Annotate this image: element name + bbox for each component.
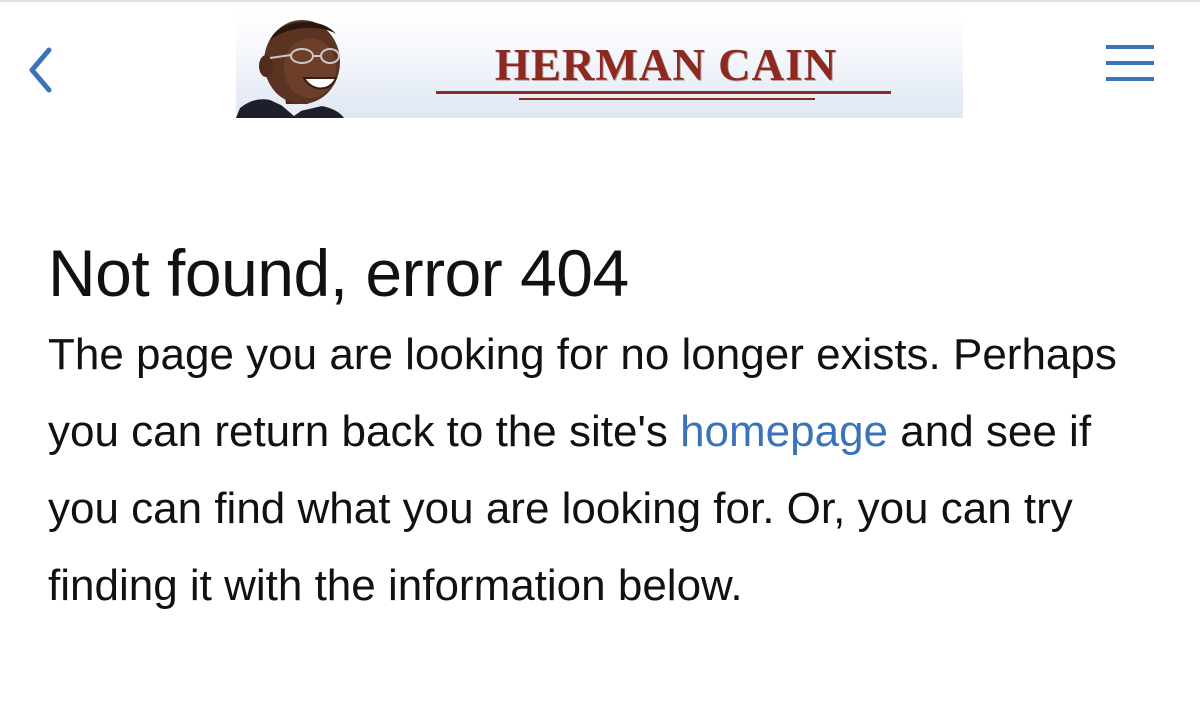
main-content: Not found, error 404 The page you are lo… bbox=[48, 230, 1168, 624]
portrait-image bbox=[236, 20, 344, 118]
homepage-link[interactable]: homepage bbox=[680, 407, 888, 456]
error-message: The page you are looking for no longer e… bbox=[48, 316, 1168, 624]
menu-button[interactable] bbox=[1100, 38, 1162, 88]
site-banner[interactable]: HERMAN CAIN bbox=[236, 12, 963, 118]
banner-underline bbox=[436, 91, 891, 94]
top-navigation-bar: HERMAN CAIN bbox=[0, 2, 1200, 122]
banner-underline-short bbox=[519, 98, 815, 100]
banner-title: HERMAN CAIN bbox=[494, 40, 838, 90]
page-title: Not found, error 404 bbox=[48, 236, 629, 310]
chevron-left-icon bbox=[29, 47, 52, 93]
back-button[interactable] bbox=[22, 42, 62, 98]
hamburger-menu-icon bbox=[1106, 45, 1154, 81]
error-page: HERMAN CAIN Not found, error 404 The pag… bbox=[0, 0, 1200, 727]
